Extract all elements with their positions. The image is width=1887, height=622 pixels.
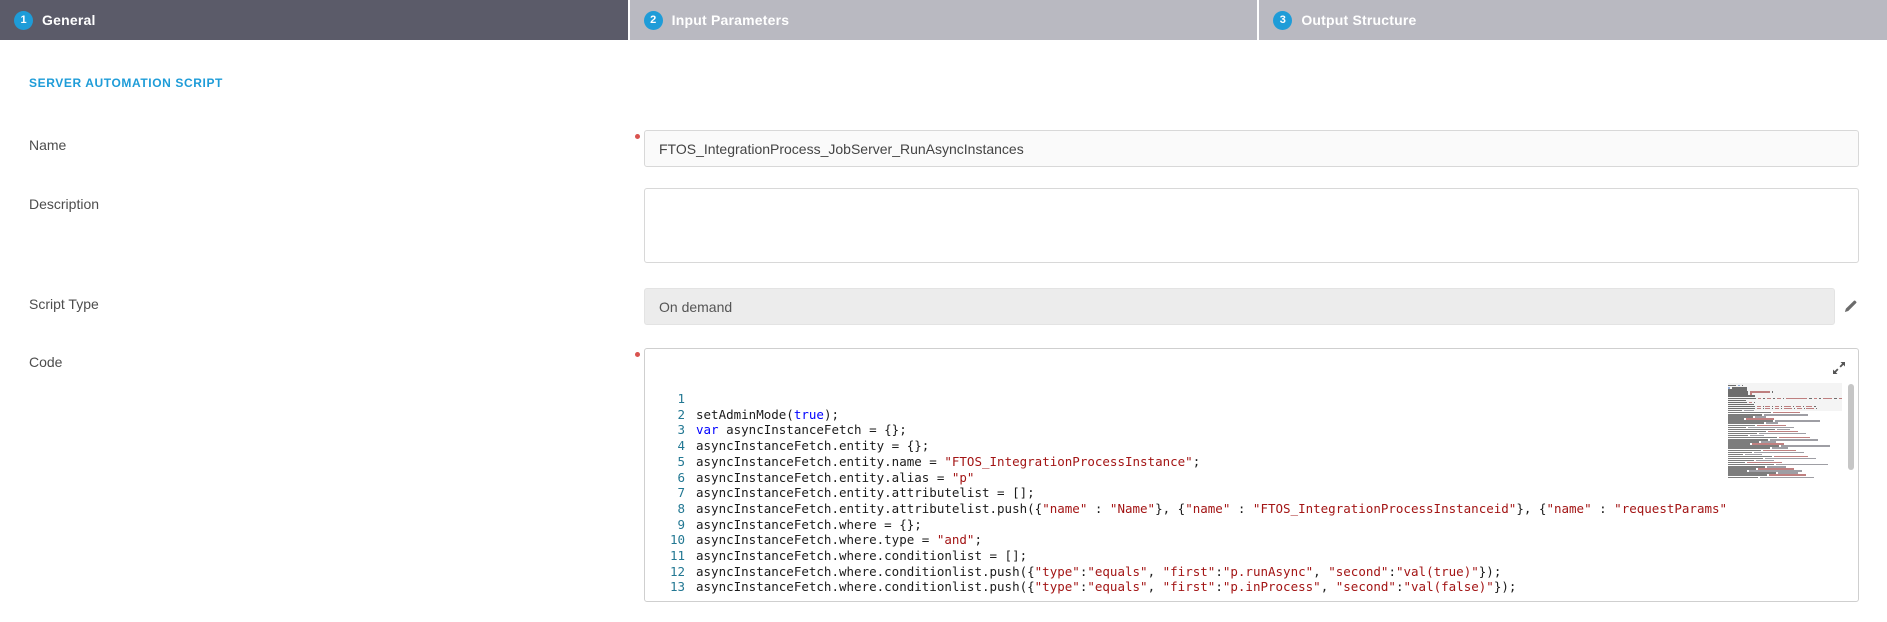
script-type-field[interactable]: On demand	[644, 288, 1835, 325]
code-line[interactable]: 7asyncInstanceFetch.entity.attributelist…	[645, 485, 1726, 501]
line-number: 9	[645, 517, 696, 533]
wizard-stepper: 1 General 2 Input Parameters 3 Output Structu…	[0, 0, 1887, 40]
code-line[interactable]: 11asyncInstanceFetch.where.conditionlist…	[645, 548, 1726, 564]
step-tab-input-parameters[interactable]: 2 Input Parameters	[630, 0, 1258, 40]
line-number: 12	[645, 564, 696, 580]
editor-scrollbar-thumb[interactable]	[1848, 384, 1854, 470]
step-label: Output Structure	[1301, 12, 1416, 28]
editor-scrollbar[interactable]	[1846, 380, 1856, 599]
code-line[interactable]: 5asyncInstanceFetch.entity.name = "FTOS_…	[645, 454, 1726, 470]
step-tab-general[interactable]: 1 General	[0, 0, 628, 40]
script-type-value: On demand	[659, 299, 732, 315]
code-line[interactable]: 1	[645, 391, 1726, 407]
minimap[interactable]	[1728, 383, 1842, 599]
code-line[interactable]: 2setAdminMode(true);	[645, 407, 1726, 423]
line-number: 11	[645, 548, 696, 564]
edit-script-type-button[interactable]	[1840, 296, 1860, 316]
code-line[interactable]: 12asyncInstanceFetch.where.conditionlist…	[645, 564, 1726, 580]
code-editor[interactable]: 12setAdminMode(true);3var asyncInstanceF…	[644, 348, 1859, 602]
line-number: 2	[645, 407, 696, 423]
step-label: Input Parameters	[672, 12, 790, 28]
description-label: Description	[29, 196, 99, 212]
expand-icon	[1832, 361, 1846, 375]
line-number: 6	[645, 470, 696, 486]
pencil-icon	[1843, 299, 1858, 314]
expand-editor-button[interactable]	[1830, 359, 1848, 377]
code-line[interactable]: 10asyncInstanceFetch.where.type = "and";	[645, 532, 1726, 548]
line-number: 1	[645, 391, 696, 407]
code-label: Code	[29, 354, 62, 370]
step-number-badge: 1	[14, 11, 33, 30]
code-line[interactable]: 13asyncInstanceFetch.where.conditionlist…	[645, 579, 1726, 595]
step-label: General	[42, 12, 96, 28]
required-marker	[635, 352, 640, 357]
code-line[interactable]: 8asyncInstanceFetch.entity.attributelist…	[645, 501, 1726, 517]
description-textarea[interactable]	[644, 188, 1859, 263]
code-line[interactable]: 9asyncInstanceFetch.where = {};	[645, 517, 1726, 533]
code-line[interactable]: 3var asyncInstanceFetch = {};	[645, 422, 1726, 438]
script-type-label: Script Type	[29, 296, 99, 312]
line-number: 5	[645, 454, 696, 470]
required-marker	[635, 134, 640, 139]
step-tab-output-structure[interactable]: 3 Output Structure	[1259, 0, 1887, 40]
code-line[interactable]: 6asyncInstanceFetch.entity.alias = "p"	[645, 470, 1726, 486]
name-input[interactable]	[644, 130, 1859, 167]
name-label: Name	[29, 137, 66, 153]
line-number: 10	[645, 532, 696, 548]
line-number: 7	[645, 485, 696, 501]
code-line[interactable]: 4asyncInstanceFetch.entity = {};	[645, 438, 1726, 454]
line-number: 3	[645, 422, 696, 438]
line-number: 4	[645, 438, 696, 454]
step-number-badge: 2	[644, 11, 663, 30]
line-number: 13	[645, 579, 696, 595]
code-content[interactable]: 12setAdminMode(true);3var asyncInstanceF…	[645, 380, 1726, 599]
page: 1 General 2 Input Parameters 3 Output Structu…	[0, 0, 1887, 622]
line-number: 8	[645, 501, 696, 517]
step-number-badge: 3	[1273, 11, 1292, 30]
section-title: SERVER AUTOMATION SCRIPT	[29, 76, 223, 90]
